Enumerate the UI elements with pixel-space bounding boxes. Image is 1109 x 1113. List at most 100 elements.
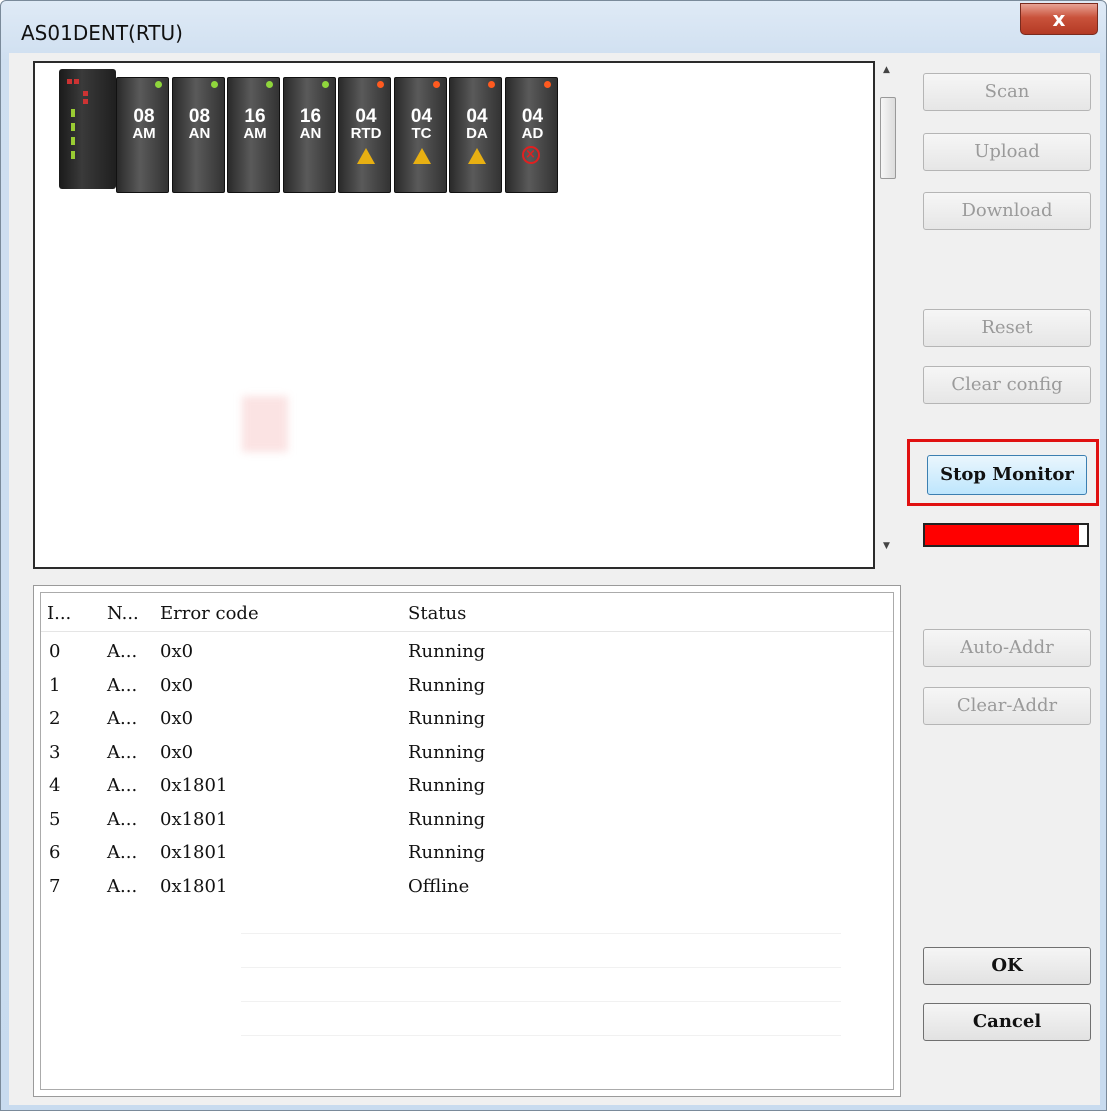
module-led-icon [488, 81, 495, 88]
module-channel-count: 04 [355, 106, 377, 127]
progress-bar [923, 523, 1089, 547]
row-status: Running [408, 775, 486, 796]
column-header-name[interactable]: N... [107, 603, 139, 624]
row-name: A... [107, 808, 138, 830]
module-type-label: AN [188, 125, 211, 142]
dialog-window: AS01DENT(RTU) x 08 AM 08 AN 16 AM 16 AN 04 RTD 04 T… [0, 0, 1107, 1111]
column-header-error-code[interactable]: Error code [160, 603, 259, 624]
row-index: 4 [49, 775, 61, 796]
io-module[interactable]: 16 AN [282, 77, 336, 193]
row-error-code: 0x0 [160, 674, 194, 696]
warning-icon [412, 148, 431, 164]
grid-line [241, 933, 841, 934]
window-title: AS01DENT(RTU) [21, 21, 183, 45]
module-led-icon [432, 81, 440, 88]
scroll-down-icon[interactable]: ▼ [883, 541, 890, 551]
io-module[interactable]: 04 DA [449, 77, 502, 193]
column-header-index[interactable]: I... [47, 603, 71, 624]
module-led-icon [210, 81, 218, 88]
module-type-label: AD [521, 125, 544, 142]
io-module[interactable]: 04 RTD [338, 77, 391, 193]
ok-button[interactable]: OK [923, 947, 1091, 985]
row-status: Running [408, 708, 486, 729]
row-index: 6 [49, 842, 61, 863]
title-bar[interactable]: AS01DENT(RTU) x [1, 1, 1106, 53]
row-index: 7 [49, 875, 61, 897]
row-index: 2 [49, 708, 61, 729]
row-name: A... [107, 641, 138, 662]
warning-icon [357, 148, 375, 164]
row-index: 0 [49, 641, 61, 662]
cpu-module[interactable] [59, 69, 116, 189]
io-module[interactable]: 16 AM [227, 77, 280, 193]
table-row[interactable]: 1 A... 0x0 Running [41, 673, 893, 703]
row-error-code: 0x0 [160, 641, 194, 662]
canvas-artifact [242, 396, 288, 452]
module-type-label: RTD [350, 125, 382, 142]
module-channel-count: 04 [466, 106, 488, 127]
warning-icon [468, 148, 486, 164]
table-row[interactable]: 2 A... 0x0 Running [41, 706, 893, 736]
progress-fill [925, 525, 1079, 545]
module-status-list[interactable]: I... N... Error code Status 0 A... 0x0 Runn… [33, 585, 901, 1097]
row-error-code: 0x0 [160, 708, 194, 729]
module-rack-canvas: 08 AM 08 AN 16 AM 16 AN 04 RTD 04 TC 04 DA 04 AD × [33, 61, 875, 569]
module-type-label: DA [466, 125, 488, 142]
clear-config-button[interactable]: Clear config [923, 366, 1091, 404]
stop-monitor-button[interactable]: Stop Monitor [927, 455, 1087, 495]
table-row[interactable]: 3 A... 0x0 Running [41, 740, 893, 770]
table-row[interactable]: 5 A... 0x1801 Running [41, 807, 893, 837]
row-index: 5 [49, 808, 61, 830]
clear-addr-button[interactable]: Clear-Addr [923, 687, 1091, 725]
module-led-icon [321, 81, 329, 88]
cancel-button[interactable]: Cancel [923, 1003, 1091, 1041]
row-error-code: 0x1801 [160, 875, 228, 897]
close-button[interactable]: x [1020, 3, 1098, 35]
row-error-code: 0x0 [160, 741, 194, 763]
row-name: A... [107, 741, 138, 763]
row-status: Running [408, 641, 486, 662]
download-button[interactable]: Download [923, 192, 1091, 230]
list-content: I... N... Error code Status 0 A... 0x0 Runn… [40, 592, 894, 1090]
module-channel-count: 08 [188, 106, 211, 127]
io-module[interactable]: 04 AD × [504, 77, 558, 193]
table-row[interactable]: 6 A... 0x1801 Running [41, 840, 893, 870]
row-error-code: 0x1801 [160, 842, 228, 863]
canvas-scrollbar[interactable]: ▲ ▼ [877, 61, 899, 571]
row-index: 3 [49, 741, 61, 763]
scroll-up-icon[interactable]: ▲ [883, 65, 890, 75]
io-module[interactable]: 04 TC [393, 77, 447, 193]
scan-button[interactable]: Scan [923, 73, 1091, 111]
scrollbar-thumb[interactable] [880, 97, 896, 179]
column-header-status[interactable]: Status [408, 603, 466, 624]
module-type-label: AM [132, 125, 156, 142]
row-index: 1 [49, 674, 61, 696]
module-type-label: TC [411, 125, 432, 142]
table-row[interactable]: 7 A... 0x1801 Offline [41, 874, 893, 904]
auto-addr-button[interactable]: Auto-Addr [923, 629, 1091, 667]
row-status: Offline [408, 875, 470, 897]
row-status: Running [408, 842, 486, 863]
module-channel-count: 16 [299, 106, 322, 127]
row-name: A... [107, 875, 138, 897]
row-name: A... [107, 674, 138, 696]
row-error-code: 0x1801 [160, 775, 228, 796]
io-module[interactable]: 08 AM [116, 77, 169, 193]
grid-line [241, 1035, 841, 1036]
row-status: Running [408, 741, 486, 763]
row-name: A... [107, 775, 138, 796]
grid-line [241, 967, 841, 968]
module-led-icon [266, 81, 273, 88]
table-row[interactable]: 4 A... 0x1801 Running [41, 773, 893, 803]
table-row[interactable]: 0 A... 0x0 Running [41, 639, 893, 669]
module-led-icon [543, 81, 551, 88]
io-module[interactable]: 08 AN [171, 77, 225, 193]
row-status: Running [408, 808, 486, 830]
reset-button[interactable]: Reset [923, 309, 1091, 347]
dialog-body: 08 AM 08 AN 16 AM 16 AN 04 RTD 04 TC 04 DA 04 AD × ▲ ▼ S… [9, 53, 1100, 1105]
module-channel-count: 04 [521, 106, 544, 127]
grid-line [241, 1001, 841, 1002]
row-status: Running [408, 674, 486, 696]
upload-button[interactable]: Upload [923, 133, 1091, 171]
module-channel-count: 08 [133, 106, 155, 127]
